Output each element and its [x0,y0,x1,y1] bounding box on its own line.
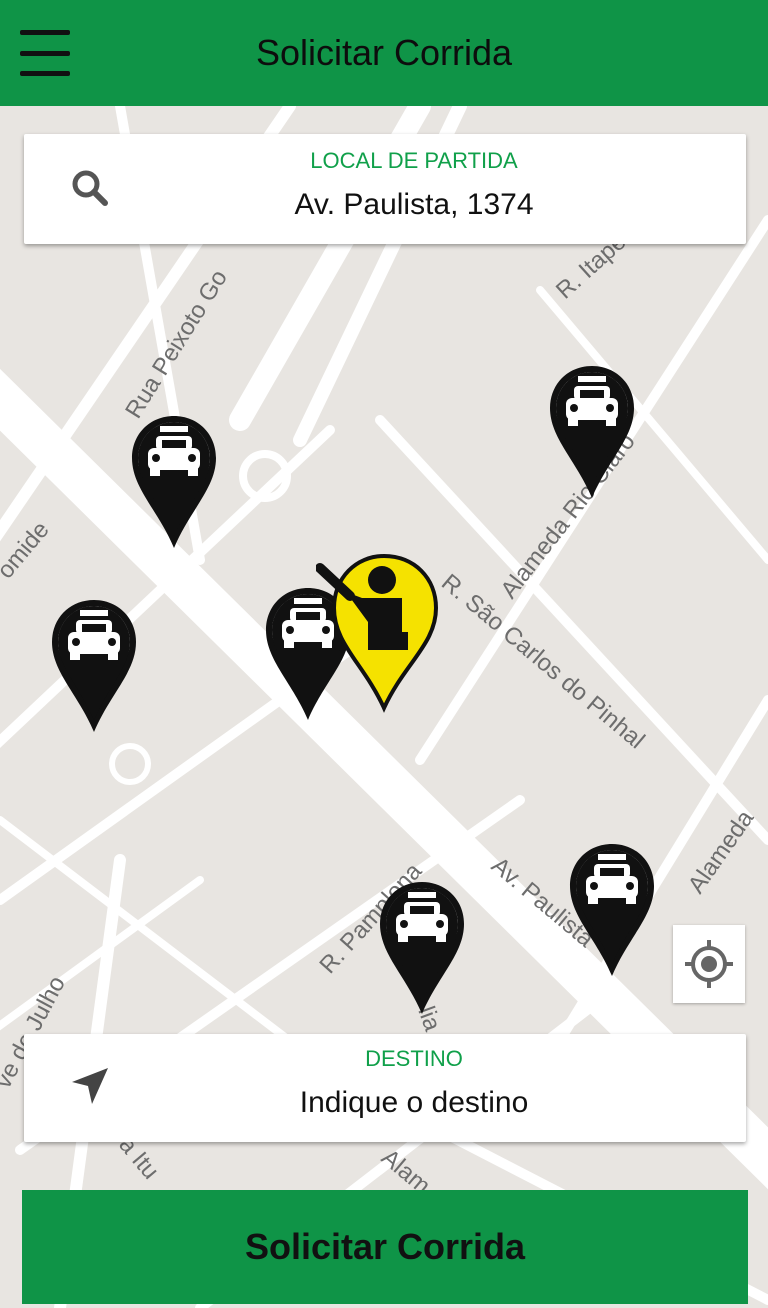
my-location-icon [685,940,733,988]
my-location-button[interactable] [673,925,745,1003]
person-hailing-icon[interactable] [316,552,442,714]
origin-address[interactable]: Av. Paulista, 1374 [24,188,768,222]
page-title: Solicitar Corrida [255,32,513,73]
taxi-pin-icon[interactable] [128,412,220,552]
taxi-pin-icon[interactable] [566,840,658,980]
request-ride-button[interactable]: Solicitar Corrida [22,1190,748,1304]
destination-input[interactable]: Indique o destino [24,1086,768,1120]
taxi-pin-icon[interactable] [48,596,140,736]
origin-card[interactable]: LOCAL DE PARTIDA Av. Paulista, 1374 [24,134,746,244]
destination-label: DESTINO [365,1046,463,1071]
origin-label: LOCAL DE PARTIDA [310,148,518,173]
app-header: Solicitar Corrida [0,0,768,106]
hamburger-menu-icon[interactable] [18,30,74,76]
taxi-pin-icon[interactable] [546,362,638,502]
taxi-pin-icon[interactable] [376,878,468,1018]
destination-card[interactable]: DESTINO Indique o destino [24,1034,746,1142]
